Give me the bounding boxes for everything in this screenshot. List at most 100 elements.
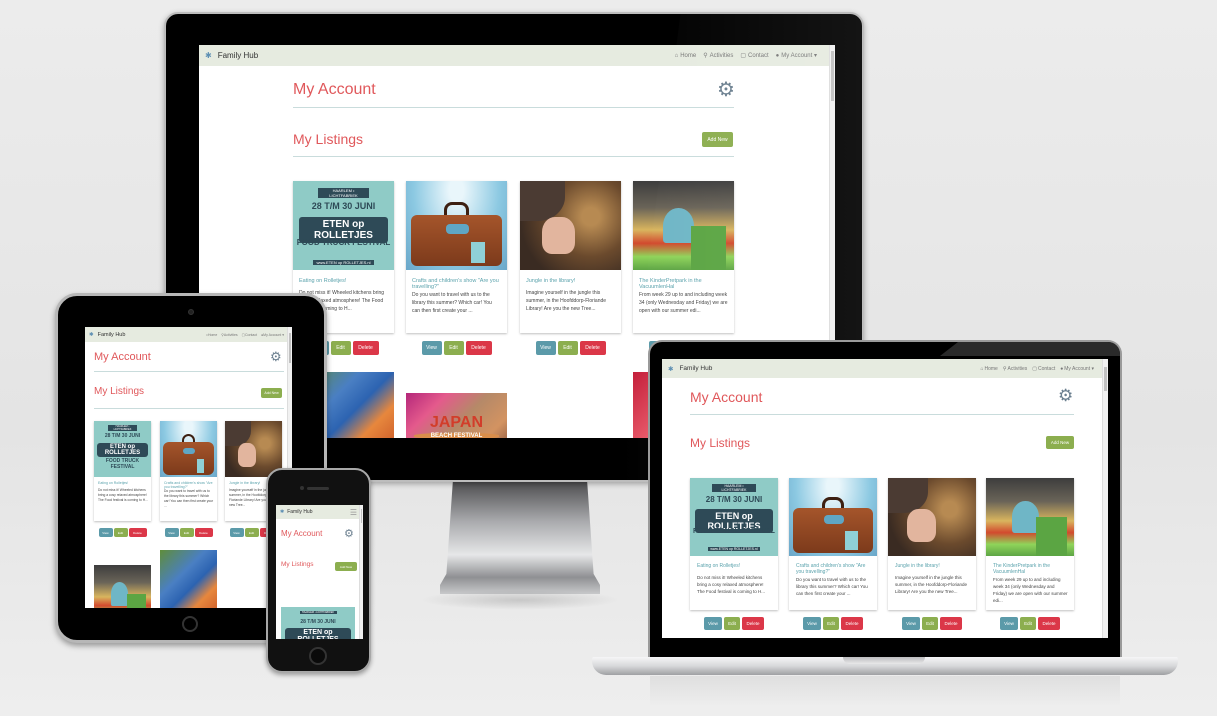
delete-button[interactable]: Delete [742, 617, 764, 630]
listing-image[interactable] [789, 478, 877, 556]
view-button[interactable]: View [535, 341, 556, 355]
add-new-button[interactable]: Add New [335, 562, 357, 571]
camera-icon [188, 309, 194, 315]
listing-image[interactable] [986, 478, 1074, 556]
nav-links: ⌂Home ⚲Activities ▢Contact ●My Account ▾ [206, 333, 284, 337]
listing-image[interactable]: HAARLEM • LICHTFABRIEK 28 T/M 30 JUNI ET… [690, 478, 778, 556]
brand[interactable]: ✱ Family Hub [89, 332, 125, 338]
view-button[interactable]: View [164, 528, 179, 537]
view-button[interactable]: View [229, 528, 244, 537]
listing-actions: View Edit Delete [94, 528, 151, 537]
brand[interactable]: ✱ Family Hub [280, 509, 313, 515]
section-title: My Listings [293, 131, 364, 147]
nav-my-account[interactable]: ●My Account ▾ [1060, 366, 1094, 372]
delete-button[interactable]: Delete [352, 341, 379, 355]
nav-links: ⌂Home ⚲Activities ▢Contact ●My Account ▾ [980, 366, 1094, 372]
listing-title[interactable]: Jungle in the library! [895, 563, 970, 569]
poster-dates: 28 T/M 30 JUNI [311, 200, 376, 211]
listing-image[interactable] [406, 181, 507, 270]
listing-image[interactable]: HAARLEM • LICHTFABRIEK 28 T/M 30 JUNI ET… [94, 421, 151, 477]
listing-image[interactable]: HAARLEM • LICHTFABRIEK 28 T/M 30 JUNI ET… [293, 181, 394, 270]
poster-dates: 28 T/M 30 JUNI [705, 495, 763, 505]
poster-name: ETEN op ROLLETJES [285, 627, 351, 639]
settings-gear-icon[interactable]: ⚙ [270, 349, 282, 365]
imac-stand [440, 482, 600, 594]
edit-button[interactable]: Edit [330, 341, 351, 355]
listing-description: Do not miss it! Wheeled kitchens bring a… [697, 575, 766, 594]
delete-button[interactable]: Delete [194, 528, 213, 537]
listing-card: Crafts and children's show "Are you trav… [406, 181, 507, 333]
listing-card: Crafts and children's show "Are you trav… [160, 421, 217, 521]
listing-image[interactable] [520, 181, 621, 270]
listing-image[interactable]: HAARLEM • LICHTFABRIEK 28 T/M 30 JUNI ET… [281, 607, 355, 639]
settings-gear-icon[interactable]: ⚙ [344, 527, 354, 540]
edit-button[interactable]: Edit [244, 528, 259, 537]
imac-stand-shadow [420, 590, 620, 610]
listing-image[interactable] [160, 421, 217, 477]
delete-button[interactable]: Delete [1038, 617, 1060, 630]
delete-button[interactable]: Delete [128, 528, 147, 537]
phone-screen: ✱ Family Hub ☰ My Account ⚙ My Listings … [276, 505, 363, 639]
nav-my-account[interactable]: ●My Account ▾ [261, 333, 284, 337]
listing-title[interactable]: Crafts and children's show "Are you trav… [796, 563, 871, 575]
brand[interactable]: ✱ Family Hub [668, 365, 712, 373]
brand-name: Family Hub [217, 51, 259, 60]
edit-button[interactable]: Edit [724, 617, 740, 630]
delete-button[interactable]: Delete [841, 617, 863, 630]
delete-button[interactable]: Delete [579, 341, 606, 355]
tablet-screen: ✱ Family Hub ⌂ Home ⚲ Activities ▢ Contact … [85, 327, 292, 608]
listing-title[interactable]: Eating on Rolletjes! [697, 563, 772, 569]
listing-card: Jungle in the library! Imagine yourself … [520, 181, 621, 333]
listing-card: HAARLEM • LICHTFABRIEK 28 T/M 30 JUNI ET… [690, 478, 778, 610]
nav-contact[interactable]: ▢Contact [242, 333, 257, 337]
edit-button[interactable]: Edit [179, 528, 194, 537]
view-button[interactable]: View [704, 617, 722, 630]
listing-image[interactable] [94, 565, 151, 608]
settings-gear-icon[interactable]: ⚙ [1058, 386, 1073, 406]
view-button[interactable]: View [803, 617, 821, 630]
page-title: My Account [293, 81, 376, 98]
poster-title: JAPAN [429, 414, 484, 432]
listing-title[interactable]: Crafts and children's show "Are you trav… [164, 481, 214, 489]
divider [690, 414, 1074, 415]
edit-button[interactable]: Edit [1020, 617, 1036, 630]
brand[interactable]: ✱ Family Hub [205, 51, 258, 60]
scrollbar[interactable] [359, 505, 363, 639]
scrollbar[interactable] [1102, 359, 1108, 638]
listing-image[interactable] [160, 550, 217, 608]
listing-image[interactable] [225, 421, 282, 477]
logo-icon: ✱ [205, 51, 212, 60]
nav-activities[interactable]: ⚲Activities [1003, 366, 1027, 372]
edit-button[interactable]: Edit [557, 341, 578, 355]
screen-glare [940, 342, 1120, 356]
nav-home[interactable]: ⌂Home [206, 333, 217, 337]
listing-title[interactable]: Eating on Rolletjes! [299, 278, 388, 284]
delete-button[interactable]: Delete [940, 617, 962, 630]
edit-button[interactable]: Edit [823, 617, 839, 630]
page-title: My Account [94, 351, 151, 363]
listing-image[interactable] [888, 478, 976, 556]
nav-home[interactable]: ⌂Home [980, 366, 997, 372]
view-button[interactable]: View [98, 528, 113, 537]
view-button[interactable]: View [421, 341, 442, 355]
poster-top: HAARLEM • LICHTFABRIEK [318, 188, 369, 199]
delete-button[interactable]: Delete [465, 341, 492, 355]
listing-title[interactable]: The KinderPretpark in the VacuumlenHal [993, 563, 1068, 575]
nav-activities[interactable]: ⚲Activities [221, 333, 237, 337]
listing-title[interactable]: Jungle in the library! [526, 278, 615, 284]
add-new-button[interactable]: Add New [1046, 436, 1074, 449]
listing-title[interactable]: Eating on Rolletjes! [98, 481, 148, 485]
edit-button[interactable]: Edit [922, 617, 938, 630]
edit-button[interactable]: Edit [443, 341, 464, 355]
listing-description: Do you want to travel with us to the lib… [412, 292, 492, 314]
listing-image[interactable]: JAPAN BEACH FESTIVAL 2019 [406, 393, 507, 438]
nav-contact[interactable]: ▢Contact [1032, 366, 1055, 372]
home-button-icon [309, 647, 327, 665]
hamburger-menu-icon[interactable]: ☰ [350, 508, 357, 517]
listing-title[interactable]: Crafts and children's show "Are you trav… [412, 278, 501, 290]
view-button[interactable]: View [1000, 617, 1018, 630]
edit-button[interactable]: Edit [113, 528, 128, 537]
add-new-button[interactable]: Add New [261, 388, 282, 398]
view-button[interactable]: View [902, 617, 920, 630]
listing-actions: View Edit Delete [789, 617, 877, 630]
